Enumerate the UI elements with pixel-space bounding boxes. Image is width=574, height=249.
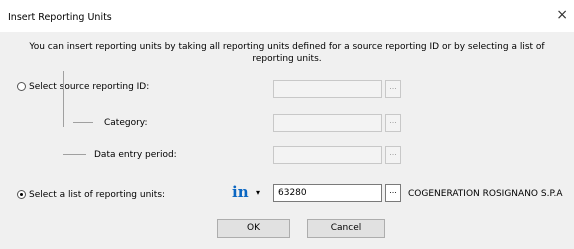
category-browse-button[interactable]: ... (385, 114, 401, 132)
period-label: Data entry period: (94, 150, 177, 160)
list-label: Select a list of reporting units: (29, 190, 166, 200)
tree-branch (73, 122, 93, 123)
reporting-unit-field[interactable]: 63280 (273, 184, 382, 202)
reporting-unit-browse-button[interactable]: ... (385, 184, 401, 202)
category-field[interactable] (273, 114, 382, 132)
ok-button[interactable]: OK (217, 219, 290, 238)
period-field[interactable] (273, 146, 382, 164)
tree-branch (63, 154, 86, 155)
reporting-unit-name: COGENERATION ROSIGNANO S.P.A (408, 189, 563, 199)
close-icon[interactable]: × (556, 8, 568, 22)
title-bar: Insert Reporting Units × (0, 0, 574, 32)
source-id-field[interactable] (273, 80, 382, 98)
source-id-radio[interactable] (17, 82, 26, 91)
description-text: You can insert reporting units by taking… (29, 42, 545, 64)
dialog-body: You can insert reporting units by taking… (0, 32, 574, 249)
source-id-browse-button[interactable]: ... (385, 80, 401, 98)
source-id-label: Select source reporting ID: (29, 82, 150, 92)
insert-reporting-units-dialog: Insert Reporting Units × You can insert … (0, 0, 574, 249)
cancel-button[interactable]: Cancel (307, 219, 385, 238)
dialog-title: Insert Reporting Units (8, 12, 112, 23)
tree-connector (63, 71, 64, 127)
period-browse-button[interactable]: ... (385, 146, 401, 164)
in-operator-icon[interactable]: in (232, 183, 249, 201)
category-label: Category: (104, 118, 148, 128)
chevron-down-icon[interactable]: ▾ (256, 188, 260, 197)
list-radio[interactable] (17, 190, 26, 199)
